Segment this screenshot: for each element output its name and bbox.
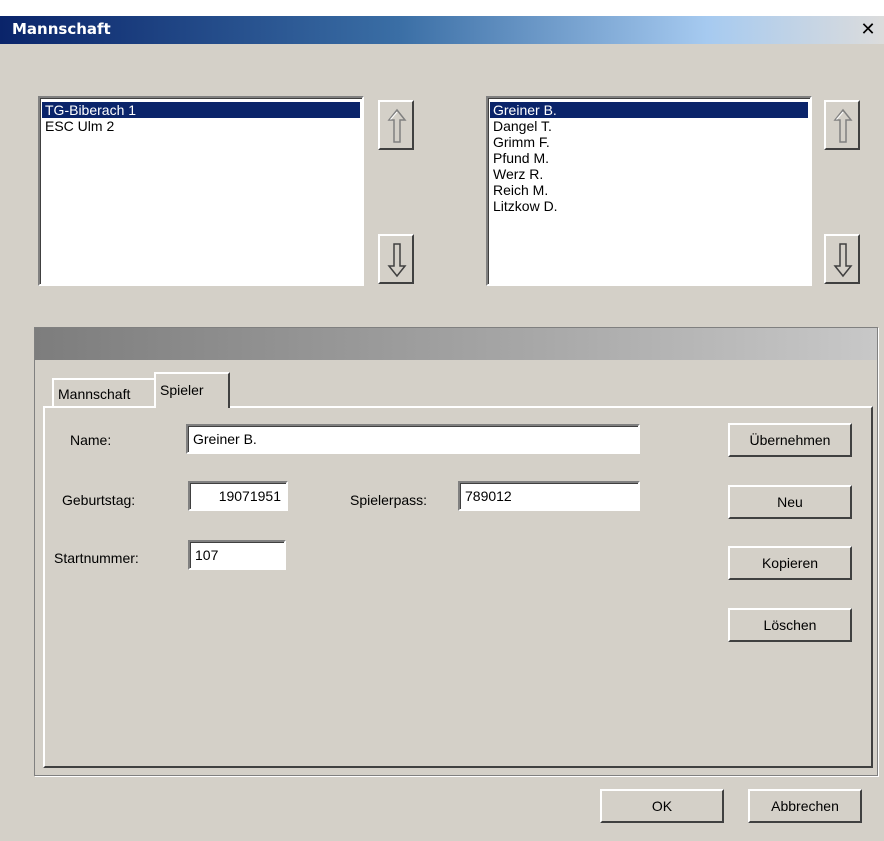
- title-bar[interactable]: Mannschaft ✕: [0, 16, 884, 44]
- player-list[interactable]: Greiner B. Dangel T. Grimm F. Pfund M. Werz …: [486, 96, 812, 286]
- arrow-down-icon: [387, 243, 407, 278]
- player-list-item[interactable]: Grimm F.: [490, 134, 808, 150]
- new-button[interactable]: Neu: [728, 485, 852, 519]
- name-label: Name:: [70, 432, 112, 448]
- team-list-item[interactable]: TG-Biberach 1: [42, 102, 360, 118]
- details-group-header: [35, 328, 877, 360]
- team-list-item[interactable]: ESC Ulm 2: [42, 118, 360, 134]
- ok-button[interactable]: OK: [600, 789, 724, 823]
- copy-button[interactable]: Kopieren: [728, 546, 852, 580]
- delete-button[interactable]: Löschen: [728, 608, 852, 642]
- team-move-down-button[interactable]: [378, 234, 414, 284]
- start-number-field[interactable]: 107: [188, 540, 286, 570]
- arrow-up-icon: [387, 108, 407, 143]
- team-move-up-button[interactable]: [378, 100, 414, 150]
- cancel-button[interactable]: Abbrechen: [748, 789, 862, 823]
- close-icon[interactable]: ✕: [858, 18, 878, 42]
- player-move-down-button[interactable]: [824, 234, 860, 284]
- arrow-down-icon: [833, 243, 853, 278]
- birthday-label: Geburtstag:: [62, 492, 136, 508]
- team-list[interactable]: TG-Biberach 1 ESC Ulm 2: [38, 96, 364, 286]
- tab-mannschaft[interactable]: Mannschaft: [52, 378, 156, 406]
- screen-top-strip: [0, 0, 884, 16]
- start-number-label: Startnummer:: [54, 550, 139, 566]
- name-field[interactable]: Greiner B.: [186, 424, 640, 454]
- player-list-item[interactable]: Dangel T.: [490, 118, 808, 134]
- player-list-item[interactable]: Pfund M.: [490, 150, 808, 166]
- spieler-tab-panel: [43, 406, 873, 768]
- window-title: Mannschaft: [12, 20, 111, 38]
- birthday-field[interactable]: 19071951: [188, 481, 288, 511]
- player-pass-label: Spielerpass:: [350, 492, 428, 508]
- apply-button[interactable]: Übernehmen: [728, 423, 852, 457]
- arrow-up-icon: [833, 108, 853, 143]
- player-pass-field[interactable]: 789012: [458, 481, 640, 511]
- player-list-item[interactable]: Reich M.: [490, 182, 808, 198]
- player-move-up-button[interactable]: [824, 100, 860, 150]
- tab-spieler[interactable]: Spieler: [154, 372, 230, 408]
- player-list-item[interactable]: Greiner B.: [490, 102, 808, 118]
- player-list-item[interactable]: Litzkow D.: [490, 198, 808, 214]
- player-list-item[interactable]: Werz R.: [490, 166, 808, 182]
